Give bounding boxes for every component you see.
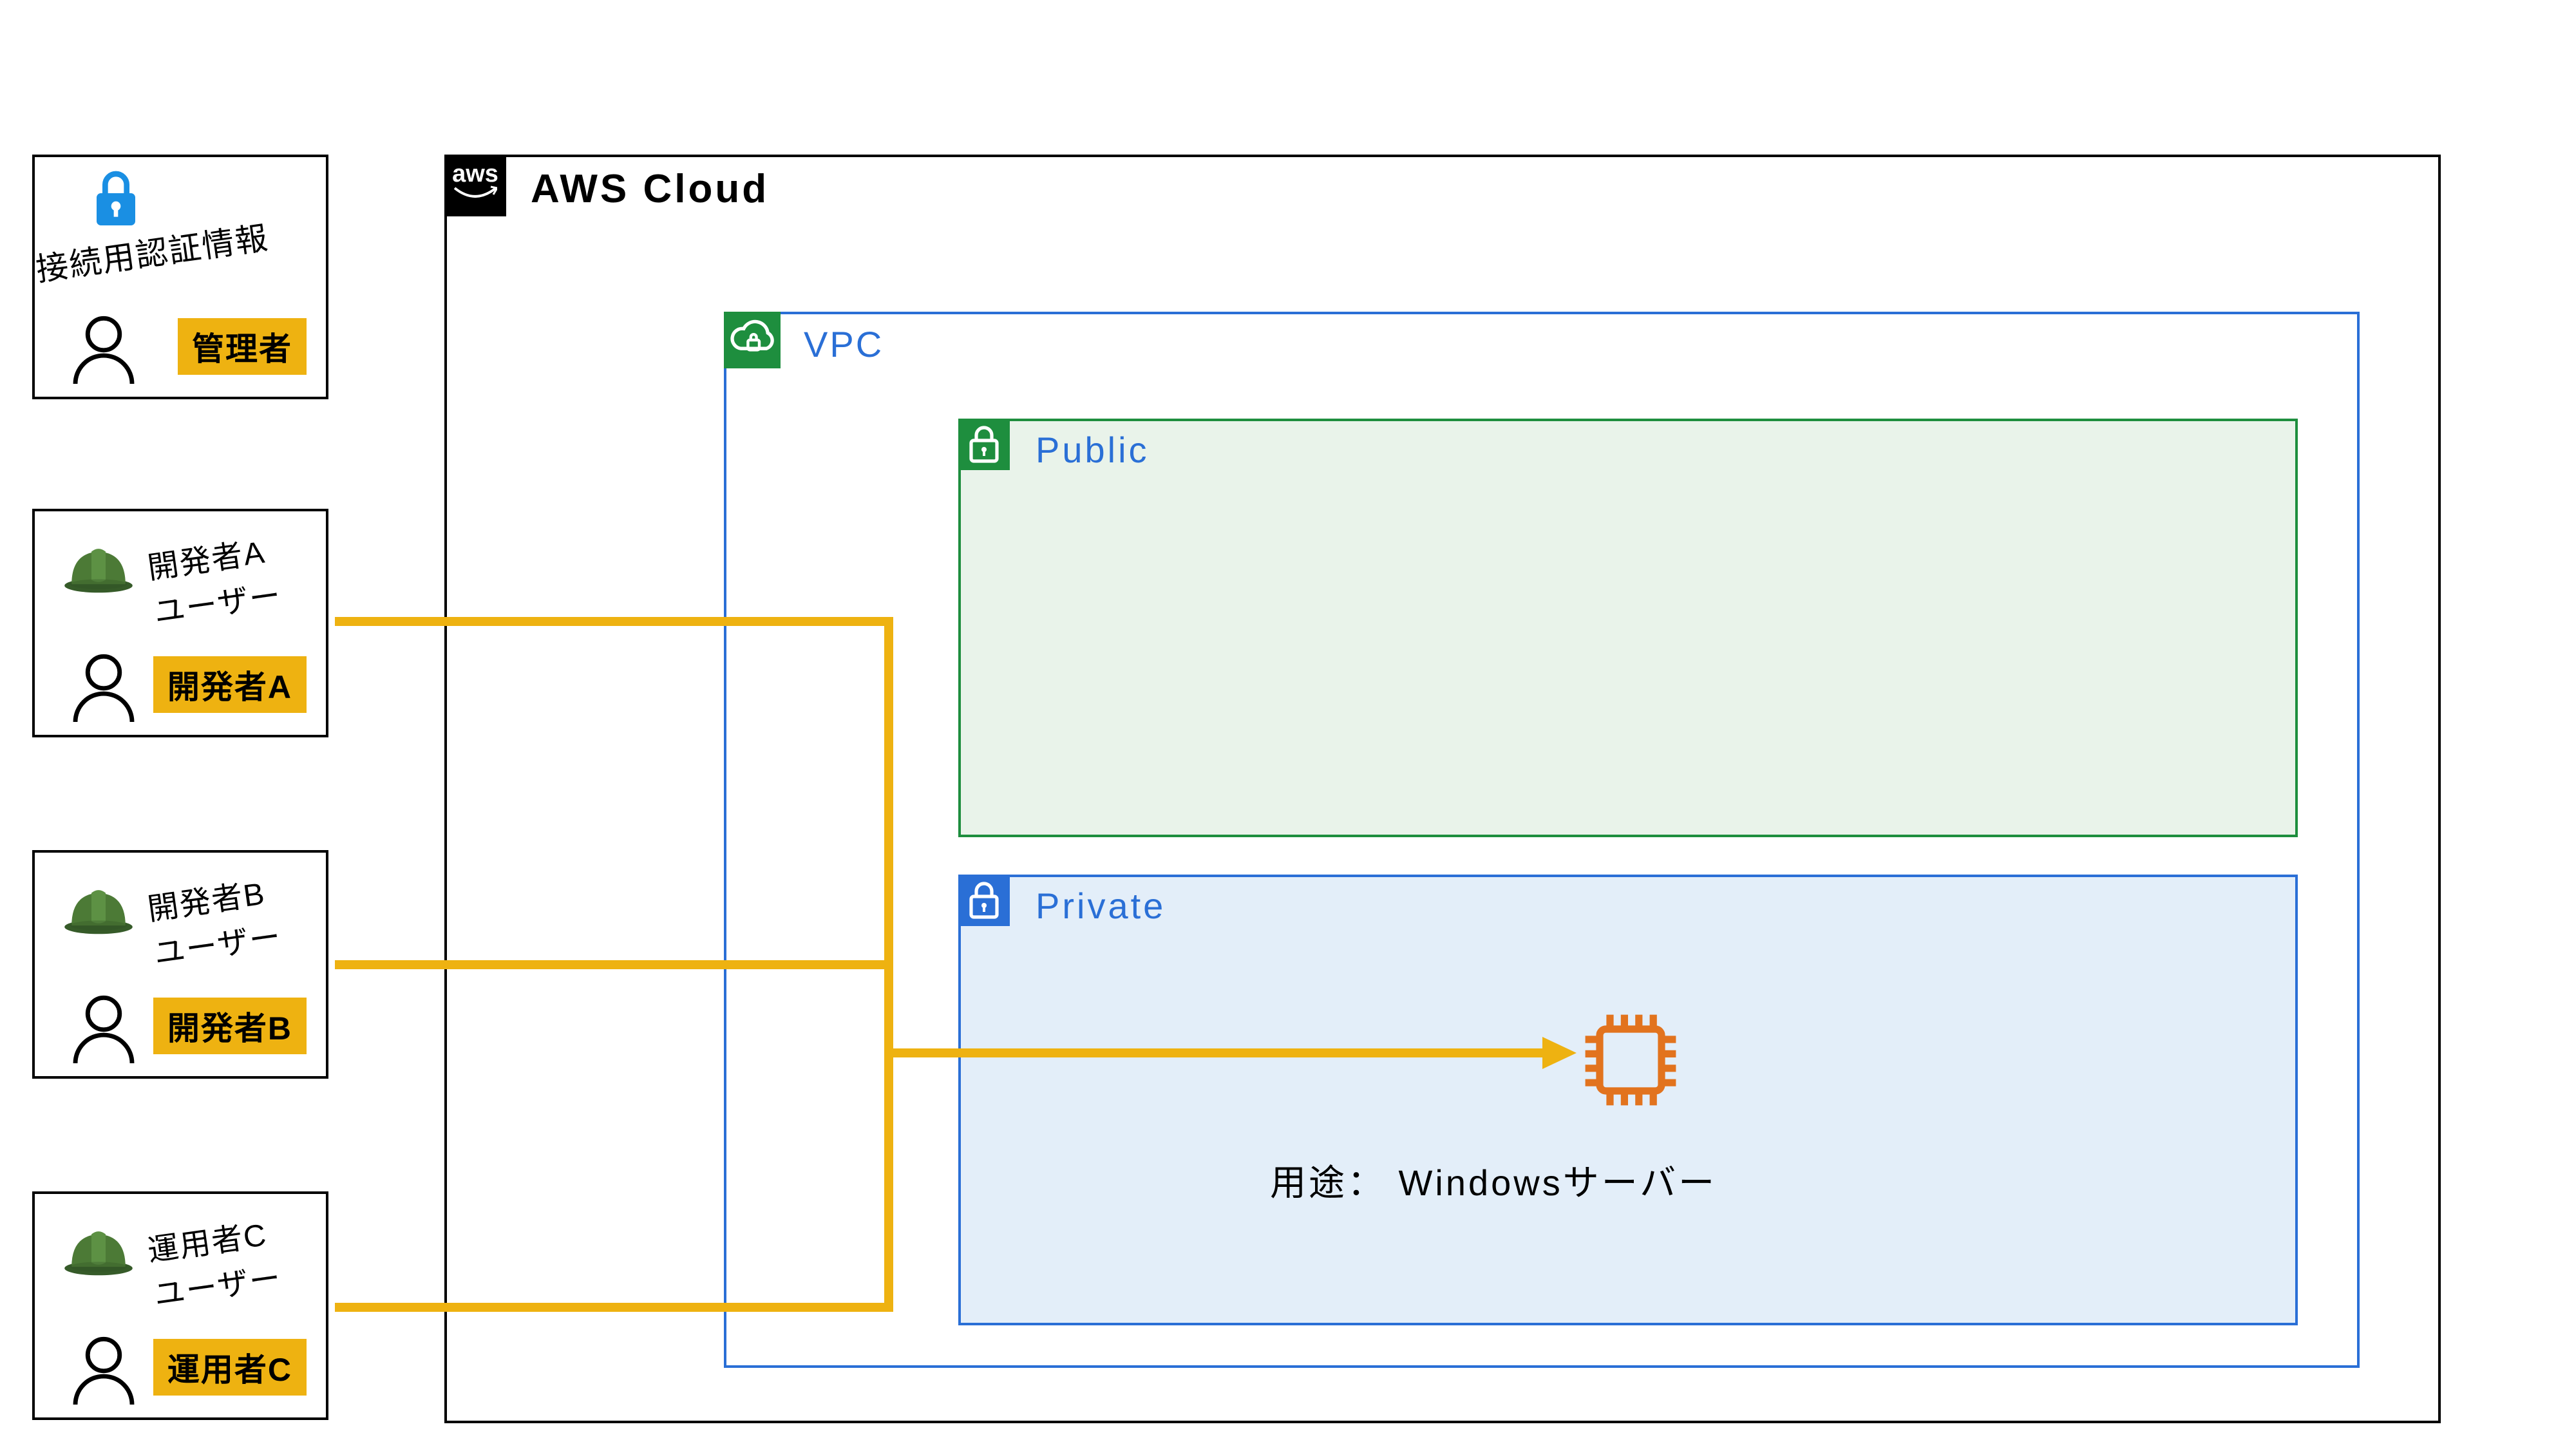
- user-icon: [68, 992, 139, 1063]
- user-role-chip: 開発者A: [153, 656, 307, 713]
- user-icon: [68, 1334, 139, 1405]
- user-role-chip: 運用者C: [153, 1339, 307, 1396]
- aws-cloud-label: AWS Cloud: [531, 166, 769, 212]
- user-icon: [68, 651, 139, 722]
- vpc-icon: [724, 312, 781, 368]
- helmet-icon: [63, 544, 134, 595]
- user-card-dev-b: 開発者B ユーザー 開発者B: [32, 850, 328, 1079]
- helmet-icon: [63, 885, 134, 936]
- public-subnet-label: Public: [1036, 429, 1150, 471]
- admin-title: 接続用認証情報: [33, 212, 271, 290]
- ec2-instance-icon: [1579, 1009, 1682, 1112]
- aws-cloud-container: aws AWS Cloud VPC Public Private: [444, 155, 2441, 1423]
- user-role-chip: 開発者B: [153, 998, 307, 1054]
- helmet-icon: [63, 1226, 134, 1278]
- public-subnet-icon: [958, 419, 1010, 470]
- private-subnet: Private 用途： Windowsサーバー: [958, 875, 2298, 1325]
- admin-card: 接続用認証情報 管理者: [32, 155, 328, 399]
- public-subnet: Public: [958, 419, 2298, 837]
- vpc-label: VPC: [804, 323, 884, 365]
- private-subnet-icon: [958, 875, 1010, 926]
- vpc-container: VPC Public Private: [724, 312, 2360, 1368]
- server-caption: 用途： Windowsサーバー: [1270, 1154, 1717, 1206]
- user-card-dev-a: 開発者A ユーザー 開発者A: [32, 509, 328, 737]
- user-icon: [68, 313, 139, 384]
- aws-logo-icon: aws: [444, 155, 506, 216]
- private-subnet-label: Private: [1036, 885, 1166, 927]
- lock-icon: [90, 167, 142, 232]
- user-card-op-c: 運用者C ユーザー 運用者C: [32, 1191, 328, 1420]
- admin-role-chip: 管理者: [178, 318, 307, 375]
